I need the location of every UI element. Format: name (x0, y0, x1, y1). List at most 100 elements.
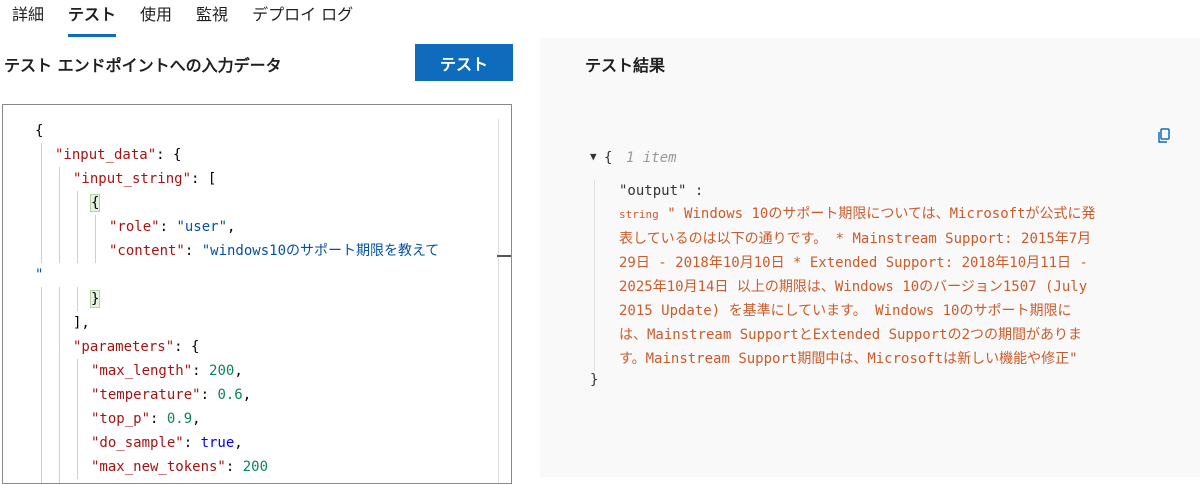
test-button[interactable]: テスト (415, 44, 513, 81)
result-body: "output" : string " Windows 10のサポート期限につい… (594, 180, 1179, 371)
code-token: , (242, 387, 252, 403)
code-token: "parameters" (73, 339, 175, 355)
indent-guide (77, 215, 78, 239)
code-token: "temperature" (91, 387, 201, 403)
indent-guide (95, 239, 96, 263)
indent-guide (41, 287, 42, 311)
indent-guide (77, 359, 78, 383)
result-value-line: は、Mainstream SupportとExtended Supportの2つ… (619, 327, 1083, 343)
code-line: "max_length": 200, (3, 359, 493, 383)
code-token: "max_new_tokens" (91, 459, 226, 475)
code-token: "input_string" (73, 171, 192, 187)
code-line-content: "role": "user", (109, 215, 235, 239)
indent-guide (77, 431, 78, 455)
indent-guide (59, 407, 60, 431)
indent-guide (77, 407, 78, 431)
collapse-caret-icon[interactable]: ▼ (590, 150, 597, 163)
code-line-content: "input_data": { (55, 143, 181, 167)
code-line: "do_sample": true, (3, 431, 493, 455)
indent-guide (41, 455, 42, 479)
code-token: : (183, 435, 201, 451)
code-token: 200 (242, 459, 269, 475)
code-line-content: } (89, 287, 101, 311)
code-token: ], (73, 315, 90, 331)
input-data-title: テスト エンドポイントへの入力データ (4, 56, 282, 75)
indent-guide (77, 191, 78, 215)
indent-guide (59, 239, 60, 263)
code-token: "role" (109, 219, 160, 235)
code-token: "input_data" (55, 147, 157, 163)
code-token: { (35, 123, 44, 139)
result-value-line: 表しているのは以下の通りです。 * Mainstream Support: 20… (619, 231, 1092, 247)
result-value-line: す。Mainstream Support期間中は、Microsoftは新しい機能… (619, 351, 1078, 367)
code-token: , (192, 411, 201, 427)
code-token: : (192, 363, 210, 379)
code-token: : (225, 459, 243, 475)
indent-guide (41, 239, 42, 263)
code-token: : (200, 387, 218, 403)
indent-guide (59, 287, 60, 311)
code-line: "input_data": { (3, 143, 493, 167)
result-open-brace: { (604, 150, 613, 166)
indent-guide (59, 479, 60, 483)
indent-guide (77, 455, 78, 479)
code-line: "input_string": [ (3, 167, 493, 191)
result-value-line: " Windows 10のサポート期限については、Microsoftが公式に発 (667, 206, 1096, 222)
code-token: : (150, 411, 167, 427)
code-line-content: " (35, 263, 43, 287)
code-token: "max_length" (91, 363, 193, 379)
test-result-title: テスト結果 (585, 56, 666, 75)
code-line: "content": "windows10のサポート期限を教えて (3, 239, 493, 263)
code-line: "max_new_tokens": 200 (3, 455, 493, 479)
indent-guide (59, 335, 60, 359)
indent-guide (41, 335, 42, 359)
indent-guide (59, 191, 60, 215)
indent-guide (59, 383, 60, 407)
tab-deploy-log[interactable]: デプロイ ログ (252, 0, 353, 34)
code-token: : (159, 219, 177, 235)
result-value-line: 2025年10月14日 以上の期限は、Windows 10のバージョン1507 … (619, 279, 1088, 295)
code-line-content: "do_sample": true, (91, 431, 243, 455)
indent-guide (59, 359, 60, 383)
indent-guide (41, 311, 42, 335)
code-content[interactable]: {"input_data": {"input_string": [{"role"… (3, 119, 493, 483)
code-line: { (3, 119, 493, 143)
indent-guide (41, 215, 42, 239)
code-line-content: "top_p": 0.9, (91, 407, 201, 431)
result-value-line: 2015 Update) を基準にしています。 Windows 10のサポート期… (619, 303, 1072, 319)
code-token: : { (174, 339, 200, 355)
indent-guide (41, 143, 42, 167)
tab-usage[interactable]: 使用 (140, 0, 172, 34)
code-line-content: "max_length": 200, (91, 359, 243, 383)
tab-bar: 詳細 テスト 使用 監視 デプロイ ログ (0, 0, 377, 38)
code-line: { (3, 191, 493, 215)
result-value-line: 29日 - 2018年10月10日 * Extended Support: 20… (619, 255, 1088, 271)
code-token: { (89, 194, 101, 212)
code-token: "top_p" (91, 411, 151, 427)
code-token: "user" (176, 219, 228, 235)
indent-guide (77, 383, 78, 407)
code-token: : (184, 243, 202, 259)
tab-details[interactable]: 詳細 (12, 0, 44, 34)
indent-guide (95, 215, 96, 239)
result-value: string " Windows 10のサポート期限については、Microsof… (619, 202, 1179, 371)
indent-guide (77, 287, 78, 311)
input-json-editor[interactable]: {"input_data": {"input_string": [{"role"… (2, 104, 512, 484)
tab-monitoring[interactable]: 監視 (196, 0, 228, 34)
code-token: , (227, 219, 236, 235)
tab-test[interactable]: テスト (68, 0, 117, 37)
indent-guide (41, 407, 42, 431)
indent-guide (59, 311, 60, 335)
code-token: : { (156, 147, 182, 163)
copy-icon[interactable] (1156, 128, 1172, 144)
code-line-content: { (89, 191, 101, 215)
code-line: } (3, 287, 493, 311)
indent-guide (59, 167, 60, 191)
code-token: "content" (109, 243, 185, 259)
editor-scrollbar[interactable] (498, 119, 511, 483)
code-token: 0.6 (217, 387, 243, 403)
indent-guide (59, 455, 60, 479)
code-line: "parameters": { (3, 335, 493, 359)
code-token: " (35, 267, 44, 283)
result-key: "output" : (619, 183, 704, 199)
